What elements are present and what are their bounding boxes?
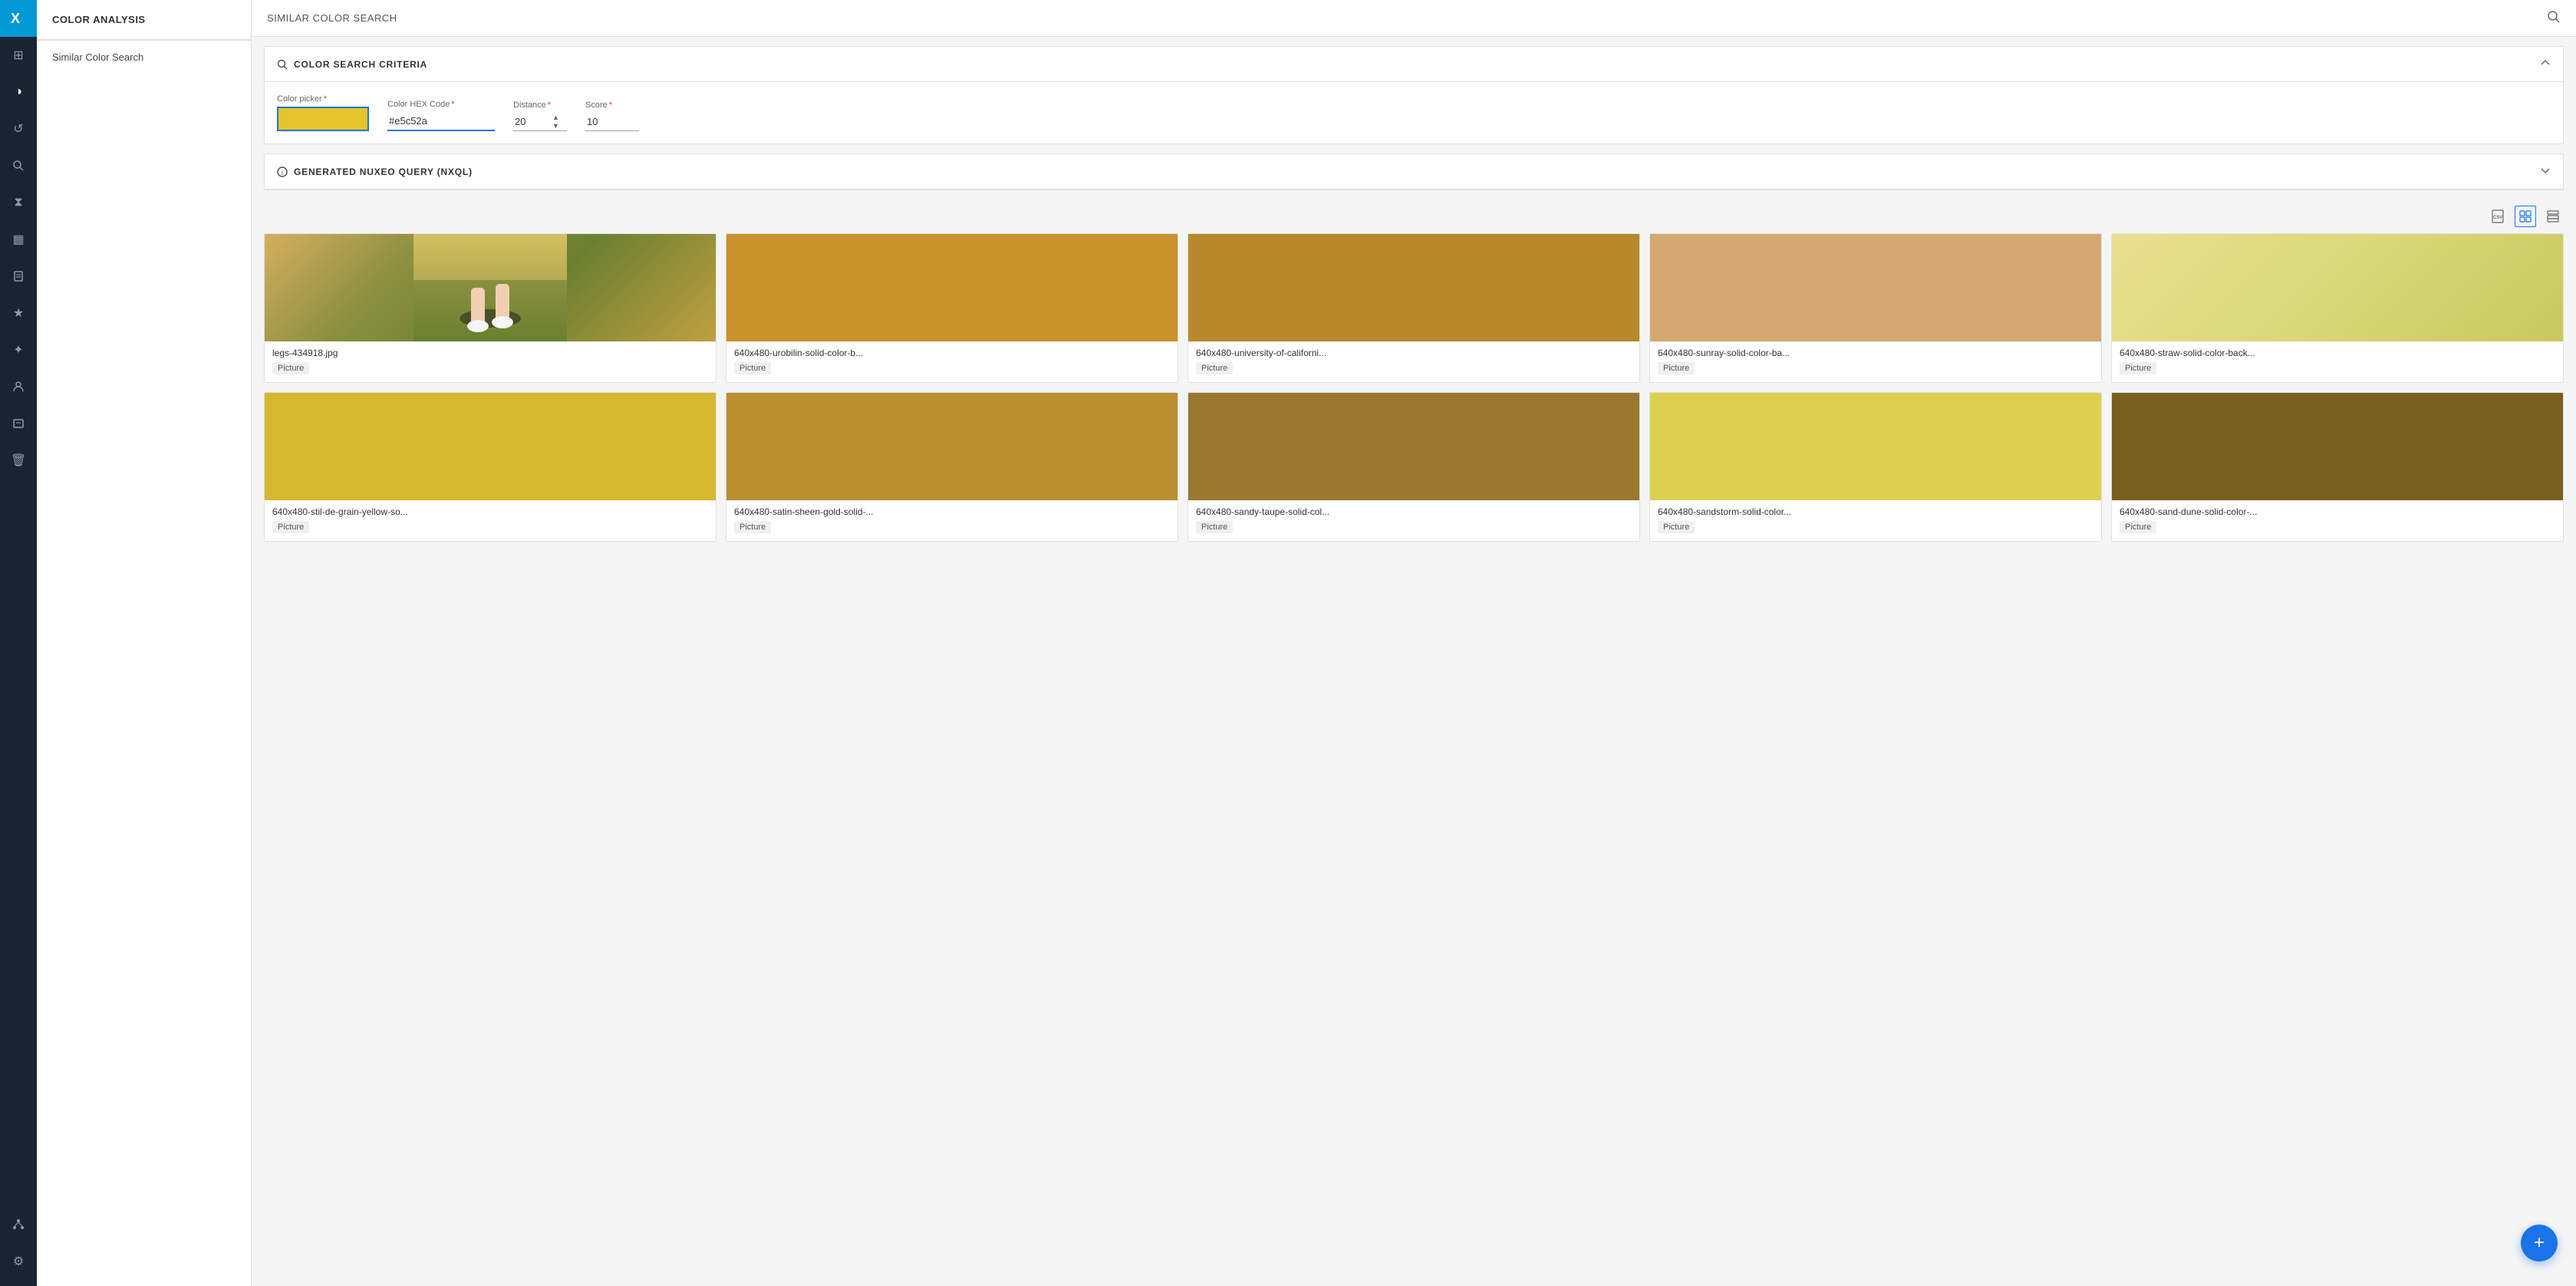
criteria-section-body: Color picker * Color HEX Code * xyxy=(265,82,2563,143)
search-nav-icon[interactable] xyxy=(0,147,37,184)
hierarchy-icon[interactable] xyxy=(0,1206,37,1243)
search-criteria-icon xyxy=(277,59,288,70)
image-card-6[interactable]: 640x480-satin-sheen-gold-solid-... Pictu… xyxy=(726,392,1178,542)
image-type-6: Picture xyxy=(734,521,771,533)
criteria-section-title: COLOR SEARCH CRITERIA xyxy=(294,59,427,70)
header-search-icon[interactable] xyxy=(2547,10,2561,26)
image-type-9: Picture xyxy=(2120,521,2156,533)
color-picker-required: * xyxy=(324,94,327,104)
clipboard-icon[interactable] xyxy=(0,258,37,295)
image-type-5: Picture xyxy=(272,521,309,533)
image-name-4: 640x480-straw-solid-color-back... xyxy=(2120,348,2555,358)
distance-input[interactable] xyxy=(513,113,552,130)
trash-icon[interactable]: 🗑 xyxy=(0,442,37,479)
svg-text:CSV: CSV xyxy=(2493,216,2502,220)
star-icon[interactable]: ★ xyxy=(0,295,37,331)
timer-icon[interactable]: ⧗ xyxy=(0,184,37,221)
settings-icon[interactable]: ⚙ xyxy=(0,1243,37,1280)
image-type-7: Picture xyxy=(1196,521,1233,533)
image-name-0: legs-434918.jpg xyxy=(272,348,708,358)
image-name-5: 640x480-stil-de-grain-yellow-so... xyxy=(272,506,708,517)
criteria-panel-header[interactable]: COLOR SEARCH CRITERIA xyxy=(265,47,2563,82)
image-grid: legs-434918.jpg Picture 640x480-urobilin… xyxy=(252,233,2576,554)
image-card-2[interactable]: 640x480-university-of-californi... Pictu… xyxy=(1188,233,1640,383)
image-type-3: Picture xyxy=(1658,362,1695,374)
image-type-8: Picture xyxy=(1658,521,1695,533)
criteria-panel: COLOR SEARCH CRITERIA Color picker * xyxy=(264,46,2564,144)
image-type-4: Picture xyxy=(2120,362,2156,374)
image-card-4[interactable]: 640x480-straw-solid-color-back... Pictur… xyxy=(2111,233,2564,383)
person-icon[interactable] xyxy=(0,368,37,405)
content-area: COLOR SEARCH CRITERIA Color picker * xyxy=(252,37,2576,1286)
hex-code-field: Color HEX Code * xyxy=(387,100,495,131)
top-header: SIMILAR COLOR SEARCH xyxy=(252,0,2576,37)
query-expand-icon[interactable] xyxy=(2540,165,2551,178)
score-input[interactable] xyxy=(585,113,624,130)
image-name-2: 640x480-university-of-californi... xyxy=(1196,348,1632,358)
query-section-title: GENERATED NUXEO QUERY (NXQL) xyxy=(294,167,473,177)
badge-icon[interactable] xyxy=(0,405,37,442)
distance-field: Distance * ▲ ▼ xyxy=(513,101,567,131)
fab-button[interactable]: + xyxy=(2521,1225,2558,1261)
query-panel: i GENERATED NUXEO QUERY (NXQL) xyxy=(264,153,2564,190)
criteria-collapse-icon[interactable] xyxy=(2540,58,2551,71)
image-card-9[interactable]: 640x480-sand-dune-solid-color-... Pictur… xyxy=(2111,392,2564,542)
distance-label: Distance xyxy=(513,101,546,110)
color-picker-swatch[interactable] xyxy=(277,107,369,131)
image-name-3: 640x480-sunray-solid-color-ba... xyxy=(1658,348,2093,358)
distance-decrement[interactable]: ▼ xyxy=(552,122,560,130)
color-picker-field: Color picker * xyxy=(277,94,369,131)
main-content: SIMILAR COLOR SEARCH COLOR SEARCH CRITER… xyxy=(252,0,2576,1286)
image-name-8: 640x480-sandstorm-solid-color... xyxy=(1658,506,2093,517)
query-info-icon: i xyxy=(277,167,288,177)
score-label: Score xyxy=(585,101,608,110)
image-card-5[interactable]: 640x480-stil-de-grain-yellow-so... Pictu… xyxy=(264,392,716,542)
sidebar-item-similar-color-search[interactable]: Similar Color Search xyxy=(37,41,251,74)
image-card-0[interactable]: legs-434918.jpg Picture xyxy=(264,233,716,383)
page-title: SIMILAR COLOR SEARCH xyxy=(267,12,397,24)
distance-increment[interactable]: ▲ xyxy=(552,114,560,122)
app-logo[interactable]: X xyxy=(0,0,37,37)
sidebar: COLOR ANALYSIS Similar Color Search xyxy=(37,0,252,1286)
gallery-icon[interactable]: ▦ xyxy=(0,221,37,258)
image-card-1[interactable]: 640x480-urobilin-solid-color-b... Pictur… xyxy=(726,233,1178,383)
results-toolbar: CSV xyxy=(252,199,2576,233)
score-required: * xyxy=(609,101,612,110)
image-card-3[interactable]: 640x480-sunray-solid-color-ba... Picture xyxy=(1649,233,2102,383)
network-icon[interactable]: ✦ xyxy=(0,331,37,368)
list-view-button[interactable] xyxy=(2542,206,2564,227)
sidebar-title: COLOR ANALYSIS xyxy=(37,0,251,40)
image-card-8[interactable]: 640x480-sandstorm-solid-color... Picture xyxy=(1649,392,2102,542)
hex-code-required: * xyxy=(451,100,454,109)
image-type-0: Picture xyxy=(272,362,309,374)
svg-text:i: i xyxy=(282,169,283,176)
hex-code-input[interactable] xyxy=(387,112,495,131)
svg-text:X: X xyxy=(11,11,20,26)
score-field: Score * xyxy=(585,101,639,131)
contrast-icon[interactable]: ◑ xyxy=(0,74,37,110)
image-card-7[interactable]: 640x480-sandy-taupe-solid-col... Picture xyxy=(1188,392,1640,542)
distance-required: * xyxy=(548,101,551,110)
color-picker-label: Color picker xyxy=(277,94,322,104)
criteria-form-row: Color picker * Color HEX Code * xyxy=(277,94,2551,131)
grid-view-button[interactable] xyxy=(2515,206,2536,227)
image-type-1: Picture xyxy=(734,362,771,374)
image-type-2: Picture xyxy=(1196,362,1233,374)
query-panel-header[interactable]: i GENERATED NUXEO QUERY (NXQL) xyxy=(265,154,2563,190)
history-icon[interactable]: ↺ xyxy=(0,110,37,147)
image-name-7: 640x480-sandy-taupe-solid-col... xyxy=(1196,506,1632,517)
home-icon[interactable]: ⊞ xyxy=(0,37,37,74)
export-csv-button[interactable]: CSV xyxy=(2487,206,2508,227)
hex-code-label: Color HEX Code xyxy=(387,100,450,109)
image-name-1: 640x480-urobilin-solid-color-b... xyxy=(734,348,1170,358)
image-name-6: 640x480-satin-sheen-gold-solid-... xyxy=(734,506,1170,517)
image-name-9: 640x480-sand-dune-solid-color-... xyxy=(2120,506,2555,517)
nav-bar: X ⊞ ◑ ↺ ⧗ ▦ ★ ✦ 🗑 xyxy=(0,0,37,1286)
